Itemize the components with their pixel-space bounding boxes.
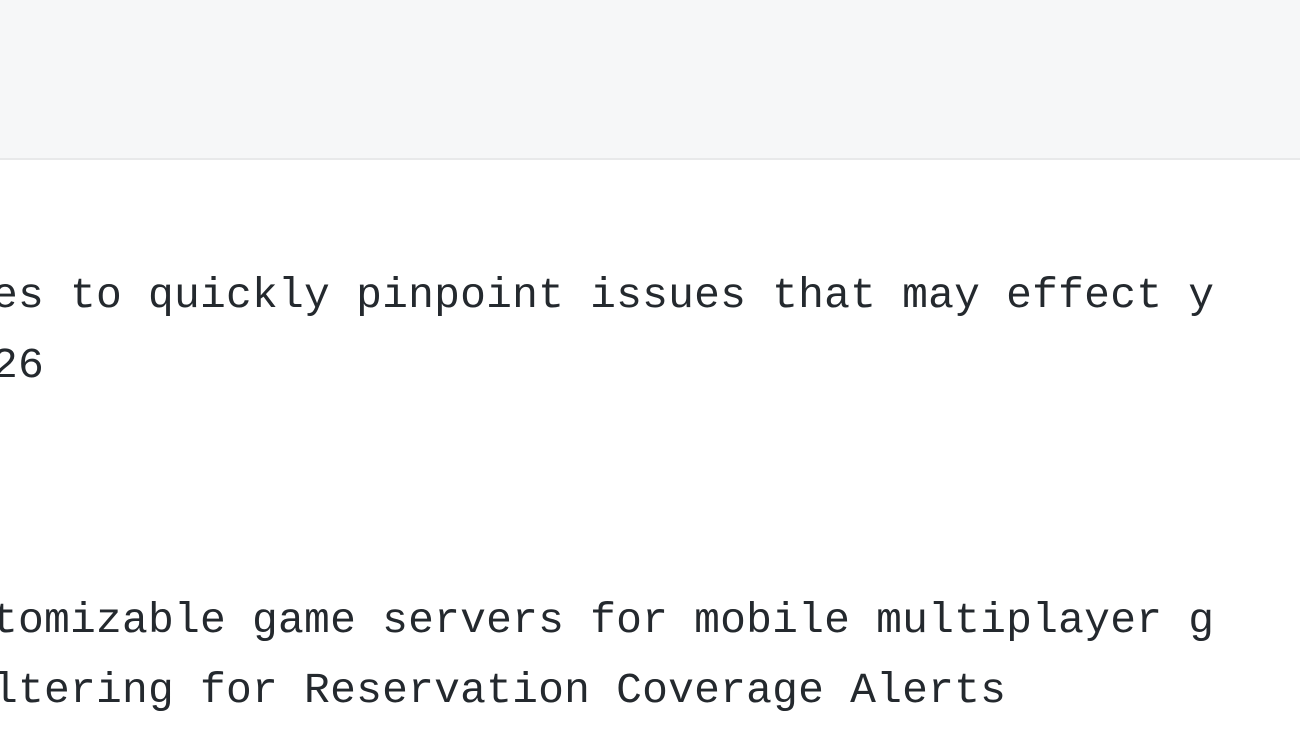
text-line: 1-26: [0, 335, 44, 397]
code-content: ices to quickly pinpoint issues that may…: [0, 160, 1300, 731]
header-bar: [0, 0, 1300, 160]
text-line: Filtering for Reservation Coverage Alert…: [0, 660, 1006, 722]
text-line: ices to quickly pinpoint issues that may…: [0, 265, 1214, 327]
text-line: istomizable game servers for mobile mult…: [0, 590, 1214, 652]
